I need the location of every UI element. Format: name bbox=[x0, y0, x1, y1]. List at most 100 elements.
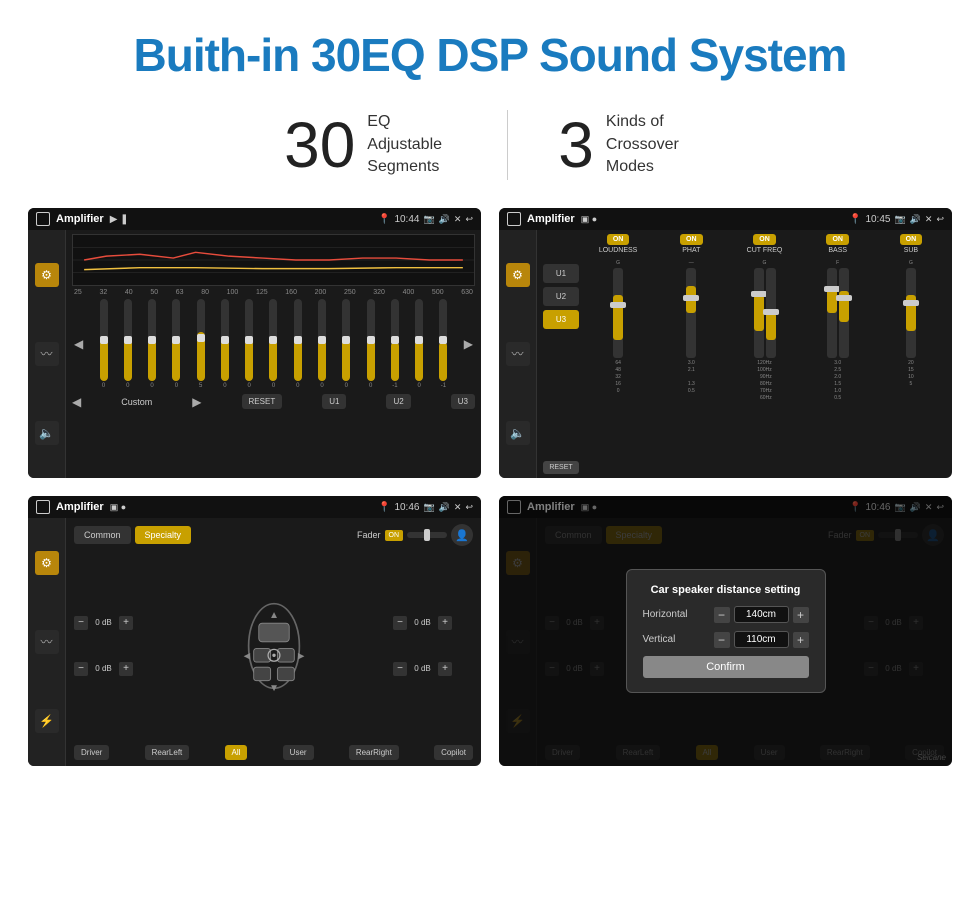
copilot-btn-3[interactable]: Copilot bbox=[434, 745, 473, 760]
rearleft-btn-3[interactable]: RearLeft bbox=[145, 745, 190, 760]
reset-preset[interactable]: RESET bbox=[543, 461, 579, 474]
sidebar-eq-icon[interactable]: ⚙ bbox=[35, 263, 59, 287]
back-nav[interactable]: ◀ bbox=[72, 395, 81, 409]
reset-btn[interactable]: RESET bbox=[242, 394, 283, 409]
page-header: Buith-in 30EQ DSP Sound System bbox=[0, 0, 980, 100]
u3-preset[interactable]: U3 bbox=[543, 310, 579, 329]
freq-labels: 253240506380100125160200250320400500630 bbox=[72, 289, 475, 296]
stat-eq-number: 30 bbox=[284, 113, 355, 177]
stat-crossover-label: Kinds ofCrossover Modes bbox=[606, 111, 696, 178]
custom-label: Custom bbox=[121, 397, 152, 407]
u1-btn[interactable]: U1 bbox=[322, 394, 346, 409]
horizontal-minus[interactable]: − bbox=[714, 607, 730, 623]
app-title-3: Amplifier bbox=[56, 501, 104, 513]
status-bar-1: Amplifier ▶ ❚ 📍 10:44 📷 🔊 ✕ ↩ bbox=[28, 208, 481, 230]
rearright-btn-3[interactable]: RearRight bbox=[349, 745, 399, 760]
horizontal-label: Horizontal bbox=[643, 609, 698, 620]
time-1: 10:44 bbox=[394, 214, 419, 225]
location-icon-1: 📍 bbox=[378, 214, 390, 225]
vol-br-value: 0 dB bbox=[410, 664, 435, 673]
close-icon-2[interactable]: ✕ bbox=[925, 214, 933, 225]
u1-preset[interactable]: U1 bbox=[543, 264, 579, 283]
loudness-label: LOUDNESS bbox=[599, 247, 638, 254]
camera-icon-2: 📷 bbox=[894, 214, 905, 225]
vertical-minus[interactable]: − bbox=[714, 632, 730, 648]
stats-row: 30 EQ AdjustableSegments 3 Kinds ofCross… bbox=[0, 100, 980, 208]
stat-eq: 30 EQ AdjustableSegments bbox=[234, 111, 507, 178]
screen-eq: Amplifier ▶ ❚ 📍 10:44 📷 🔊 ✕ ↩ ⚙ 〰 🔈 bbox=[28, 208, 481, 478]
sidebar-vol-icon-2[interactable]: 🔈 bbox=[506, 421, 530, 445]
bass-on[interactable]: ON bbox=[826, 234, 849, 245]
eq-graph bbox=[72, 234, 475, 286]
play-icon-1[interactable]: ▶ ❚ bbox=[110, 214, 129, 225]
fader-on-3: ON bbox=[385, 530, 404, 541]
vol-bl-minus[interactable]: − bbox=[74, 662, 88, 676]
svg-text:▶: ▶ bbox=[297, 650, 304, 660]
sidebar-wave-icon[interactable]: 〰 bbox=[35, 342, 59, 366]
common-tab-3[interactable]: Common bbox=[74, 526, 131, 544]
specialty-tab-3[interactable]: Specialty bbox=[135, 526, 192, 544]
volume-icon-1: 🔊 bbox=[439, 214, 450, 225]
screens-grid: Amplifier ▶ ❚ 📍 10:44 📷 🔊 ✕ ↩ ⚙ 〰 🔈 bbox=[0, 208, 980, 786]
eq-bottom-controls: ◀ Custom ▶ RESET U1 U2 U3 bbox=[72, 392, 475, 411]
sub-on[interactable]: ON bbox=[900, 234, 923, 245]
confirm-button[interactable]: Confirm bbox=[643, 656, 809, 678]
u2-preset[interactable]: U2 bbox=[543, 287, 579, 306]
driver-btn-3[interactable]: Driver bbox=[74, 745, 109, 760]
loudness-on[interactable]: ON bbox=[607, 234, 630, 245]
sidebar-eq-icon-3[interactable]: ⚙ bbox=[35, 551, 59, 575]
back-icon-2[interactable]: ↩ bbox=[936, 214, 944, 225]
vertical-plus[interactable]: + bbox=[793, 632, 809, 648]
phat-on[interactable]: ON bbox=[680, 234, 703, 245]
vol-br: − 0 dB + bbox=[393, 662, 473, 676]
dialog-vertical-row: Vertical − + bbox=[643, 631, 809, 648]
sidebar-wave-icon-3[interactable]: 〰 bbox=[35, 630, 59, 654]
home-icon-1[interactable] bbox=[36, 212, 50, 226]
fader-slider-3[interactable] bbox=[407, 532, 447, 538]
vertical-input[interactable] bbox=[734, 631, 789, 648]
horizontal-input[interactable] bbox=[734, 606, 789, 623]
screen-crossover: Amplifier ▣ ● 📍 10:45 📷 🔊 ✕ ↩ ⚙ 〰 🔈 bbox=[499, 208, 952, 478]
user-icon-3[interactable]: 👤 bbox=[451, 524, 473, 546]
vol-br-minus[interactable]: − bbox=[393, 662, 407, 676]
back-icon-3[interactable]: ↩ bbox=[465, 502, 473, 513]
vol-tr-plus[interactable]: + bbox=[438, 616, 452, 630]
fwd-nav[interactable]: ▶ bbox=[192, 395, 201, 409]
vol-br-plus[interactable]: + bbox=[438, 662, 452, 676]
svg-text:▲: ▲ bbox=[268, 610, 278, 621]
app-title-1: Amplifier bbox=[56, 213, 104, 225]
sidebar-eq-icon-2[interactable]: ⚙ bbox=[506, 263, 530, 287]
u2-btn[interactable]: U2 bbox=[386, 394, 410, 409]
dialog-overlay: Car speaker distance setting Horizontal … bbox=[499, 496, 952, 766]
sidebar-vol-icon[interactable]: 🔈 bbox=[35, 421, 59, 445]
vol-tr-value: 0 dB bbox=[410, 618, 435, 627]
vol-tl-plus[interactable]: + bbox=[119, 616, 133, 630]
sidebar-wave-icon-2[interactable]: 〰 bbox=[506, 342, 530, 366]
vol-tl: − 0 dB + bbox=[74, 616, 154, 630]
vertical-label: Vertical bbox=[643, 634, 698, 645]
close-icon-1[interactable]: ✕ bbox=[454, 214, 462, 225]
vol-bl: − 0 dB + bbox=[74, 662, 154, 676]
all-btn-3[interactable]: All bbox=[225, 745, 248, 760]
sidebar-bt-icon-3[interactable]: ⚡ bbox=[35, 709, 59, 733]
record-icon-3: ▣ ● bbox=[110, 502, 126, 513]
next-arrow[interactable]: ▶ bbox=[464, 337, 473, 351]
dialog-box: Car speaker distance setting Horizontal … bbox=[626, 569, 826, 693]
camera-icon-1: 📷 bbox=[423, 214, 434, 225]
home-icon-2[interactable] bbox=[507, 212, 521, 226]
volume-icon-2: 🔊 bbox=[910, 214, 921, 225]
u3-btn[interactable]: U3 bbox=[451, 394, 475, 409]
prev-arrow[interactable]: ◀ bbox=[74, 337, 83, 351]
home-icon-3[interactable] bbox=[36, 500, 50, 514]
horizontal-plus[interactable]: + bbox=[793, 607, 809, 623]
vol-tr-minus[interactable]: − bbox=[393, 616, 407, 630]
bass-label: BASS bbox=[828, 247, 847, 254]
user-btn-3[interactable]: User bbox=[283, 745, 314, 760]
vol-tl-minus[interactable]: − bbox=[74, 616, 88, 630]
vol-bl-plus[interactable]: + bbox=[119, 662, 133, 676]
close-icon-3[interactable]: ✕ bbox=[454, 502, 462, 513]
eq-sliders: ◀ 0 0 0 0 5 0 0 0 0 0 0 0 -1 0 -1 ▶ bbox=[72, 299, 475, 389]
cutfreq-on[interactable]: ON bbox=[753, 234, 776, 245]
back-icon-1[interactable]: ↩ bbox=[465, 214, 473, 225]
status-bar-3: Amplifier ▣ ● 📍 10:46 📷 🔊 ✕ ↩ bbox=[28, 496, 481, 518]
